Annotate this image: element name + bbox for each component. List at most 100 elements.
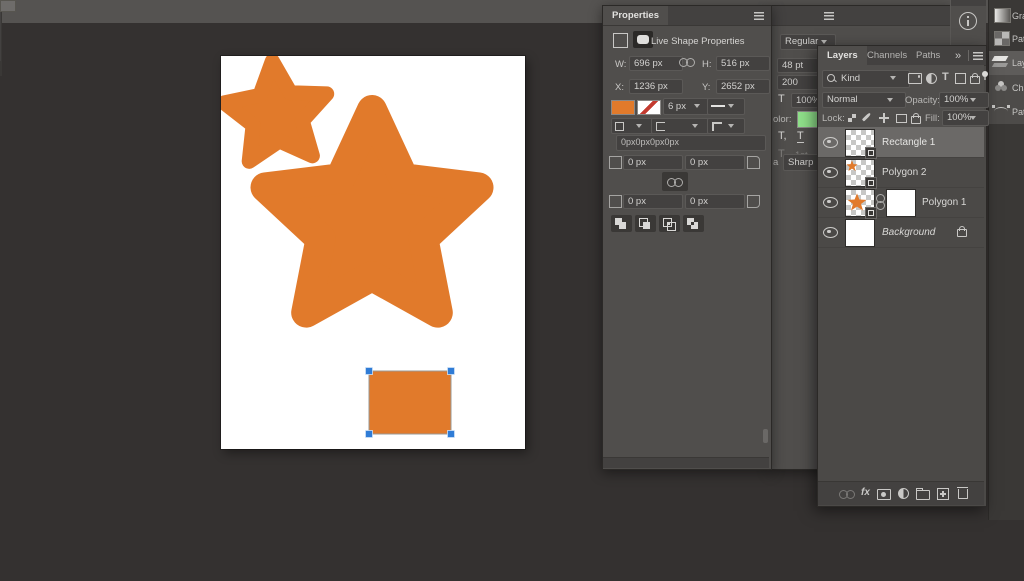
filter-toggle-icon[interactable] <box>982 71 988 77</box>
paths-pen-icon <box>994 107 1008 116</box>
panel-menu-icon[interactable] <box>824 12 834 20</box>
link-radii-button[interactable] <box>662 172 688 191</box>
filter-locked-layers-icon[interactable] <box>970 76 980 84</box>
radius-bottom-right-value: 0 px <box>690 196 708 207</box>
dock-item-gradients[interactable]: Gra <box>989 4 1024 27</box>
combine-shapes-button[interactable] <box>611 215 632 232</box>
tab-paths-label: Paths <box>916 50 940 61</box>
visibility-eye-icon[interactable] <box>823 137 838 148</box>
layer-row-polygon-2[interactable]: Polygon 2 <box>818 157 984 188</box>
dock-label: Pat <box>1012 34 1024 44</box>
fill-color-swatch[interactable] <box>611 100 635 115</box>
photoshop-workspace: Regular 48 pt 200 T 100% olor: T, T T 1s… <box>0 0 1024 581</box>
width-field[interactable]: 696 px <box>629 56 683 71</box>
layer-row-rectangle-1[interactable]: Rectangle 1 <box>818 127 984 158</box>
tracking-field[interactable]: 200 <box>777 75 821 90</box>
strip-header <box>951 0 986 6</box>
layer-thumbnail[interactable] <box>845 129 875 157</box>
layer-style-fx-icon[interactable]: fx <box>861 487 870 498</box>
faux-bold-icon[interactable]: T, <box>778 130 787 142</box>
radius-top-right-field[interactable]: 0 px <box>685 155 745 170</box>
font-size-value: 48 pt <box>782 60 803 71</box>
layer-name[interactable]: Rectangle 1 <box>882 137 935 148</box>
subtract-front-shape-button[interactable] <box>635 215 656 232</box>
adjustment-layer-icon[interactable] <box>898 488 909 499</box>
visibility-eye-icon[interactable] <box>823 227 838 238</box>
lock-transparency-icon[interactable] <box>848 114 856 122</box>
delete-layer-icon[interactable] <box>958 489 968 499</box>
stroke-color-swatch[interactable] <box>637 100 661 115</box>
lock-artboard-icon[interactable] <box>896 114 907 123</box>
filter-type-layers-icon[interactable]: T <box>942 71 949 83</box>
width-value: 696 px <box>634 58 663 69</box>
filter-pixel-layers-icon[interactable] <box>908 73 922 84</box>
opacity-value: 100% <box>944 94 968 105</box>
layer-thumbnail[interactable] <box>845 159 875 187</box>
lock-position-icon[interactable] <box>879 113 889 123</box>
dock-item-layers[interactable]: Lay <box>989 51 1024 75</box>
radius-top-left-field[interactable]: 0 px <box>623 155 683 170</box>
tab-properties-label: Properties <box>612 10 659 21</box>
add-mask-icon[interactable] <box>877 489 891 500</box>
properties-footer <box>603 457 769 468</box>
scrollbar-thumb[interactable] <box>763 429 768 443</box>
x-field[interactable]: 1236 px <box>629 79 683 94</box>
shape-mode-button[interactable] <box>633 31 653 48</box>
stroke-style-select[interactable] <box>707 98 745 115</box>
filter-shape-layers-icon[interactable] <box>955 73 966 84</box>
canvas-document[interactable] <box>221 56 525 449</box>
layer-row-background[interactable]: Background <box>818 217 984 248</box>
background-lock-icon[interactable] <box>957 229 967 237</box>
underline-icon[interactable]: T <box>797 130 804 143</box>
properties-panel: Properties Live Shape Properties W: 696 … <box>602 5 772 470</box>
new-layer-icon[interactable] <box>937 488 949 500</box>
tab-properties[interactable]: Properties <box>603 6 668 25</box>
chevron-down-icon <box>887 98 893 105</box>
layer-name[interactable]: Polygon 2 <box>882 167 926 178</box>
dock-label: Pat <box>1012 107 1024 117</box>
transform-box-icon[interactable] <box>613 33 628 48</box>
filter-adjustment-layers-icon[interactable] <box>926 73 937 84</box>
layer-name[interactable]: Background <box>882 227 935 238</box>
y-field[interactable]: 2652 px <box>716 79 770 94</box>
tab-paths[interactable]: Paths <box>907 46 949 65</box>
dock-item-patterns[interactable]: Pat <box>989 27 1024 50</box>
layer-thumbnail[interactable] <box>845 189 875 217</box>
radius-bottom-right-field[interactable]: 0 px <box>685 194 745 209</box>
layer-row-polygon-1[interactable]: Polygon 1 <box>818 187 984 218</box>
radius-bottom-left-field[interactable]: 0 px <box>623 194 683 209</box>
visibility-eye-icon[interactable] <box>823 197 838 208</box>
filter-kind-select[interactable]: Kind <box>822 70 910 88</box>
link-dimensions-icon[interactable] <box>679 58 696 66</box>
layer-thumbnail[interactable] <box>845 219 875 247</box>
blend-mode-select[interactable]: Normal <box>822 92 906 108</box>
exclude-shapes-button[interactable] <box>683 215 704 232</box>
visibility-eye-icon[interactable] <box>823 167 838 178</box>
stroke-align-select[interactable] <box>611 118 655 134</box>
lock-pixels-icon[interactable] <box>862 112 871 121</box>
height-field[interactable]: 516 px <box>716 56 770 71</box>
opacity-field[interactable]: 100% <box>939 92 989 108</box>
layers-filter-row: Kind T <box>818 65 984 92</box>
collapse-panel-icon[interactable]: » <box>955 50 961 62</box>
rectangle-shape[interactable] <box>369 371 451 434</box>
stroke-width-select[interactable]: 6 px <box>663 98 711 115</box>
link-layers-icon[interactable] <box>839 490 856 498</box>
radius-summary-field[interactable]: 0px0px0px0px <box>616 135 766 151</box>
dock-item-channels[interactable]: Cha <box>989 76 1024 99</box>
new-group-icon[interactable] <box>916 490 930 500</box>
fill-field[interactable]: 100% <box>942 110 989 126</box>
layer-name[interactable]: Polygon 1 <box>922 197 966 208</box>
info-icon[interactable] <box>959 12 977 30</box>
panel-menu-icon[interactable] <box>754 12 764 20</box>
chevron-down-icon <box>694 104 700 111</box>
stroke-align-icon <box>615 122 624 131</box>
mask-link-icon[interactable] <box>877 194 885 209</box>
lock-all-icon[interactable] <box>911 116 921 124</box>
stroke-corners-select[interactable] <box>707 118 745 134</box>
layer-mask-thumbnail[interactable] <box>886 189 916 217</box>
dock-item-paths[interactable]: Pat <box>989 100 1024 123</box>
panel-menu-icon[interactable] <box>973 52 983 60</box>
stroke-caps-select[interactable] <box>651 118 711 134</box>
intersect-shapes-button[interactable] <box>659 215 680 232</box>
